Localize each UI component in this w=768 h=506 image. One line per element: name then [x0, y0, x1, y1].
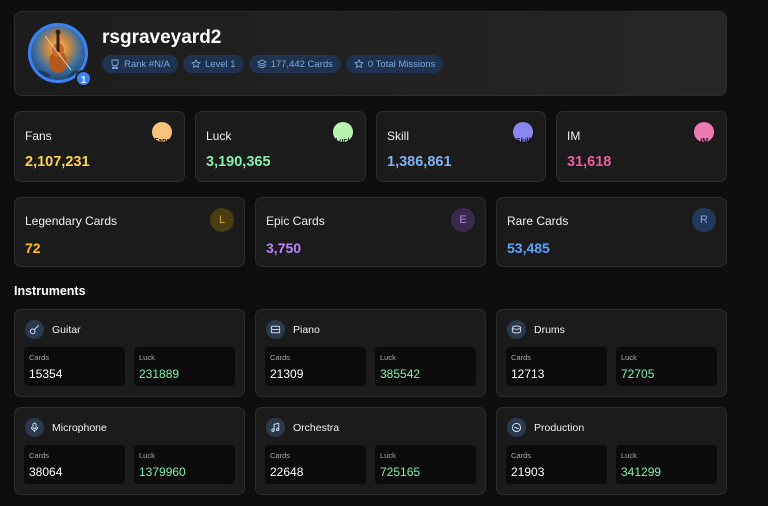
rarity-label: Epic Cards — [266, 214, 325, 228]
cards-metric: Cards 22648 — [265, 445, 366, 484]
username: rsgraveyard2 — [102, 27, 222, 48]
rarity-value: 3,750 — [266, 240, 302, 256]
missions-label: 0 Total Missions — [367, 58, 436, 70]
rarity-label: Legendary Cards — [25, 214, 118, 228]
stat-value: 1,386,861 — [387, 154, 452, 170]
stat-card-luck: Luck 3,190,365 Luck — [195, 111, 366, 182]
rank-badge: Rank #N/A — [102, 55, 178, 73]
luck-value: 1379960 — [139, 465, 186, 479]
stat-label: IM — [567, 129, 581, 143]
instrument-card-drums[interactable]: Drums Cards 12713 Luck 72705 — [496, 309, 727, 397]
instrument-card-orchestra[interactable]: Orchestra Cards 22648 Luck 725165 — [255, 407, 486, 495]
stat-label: Fans — [25, 129, 52, 143]
luck-metric: Luck 1379960 — [134, 445, 235, 484]
instrument-name: Production — [534, 422, 585, 434]
luck-value: 385542 — [380, 367, 421, 381]
stat-value: 3,190,365 — [206, 154, 271, 170]
fans-icon: Fans — [152, 122, 172, 145]
cards-label: 177,442 Cards — [270, 58, 333, 70]
rarity-card-legendary: Legendary Cards 72 L — [14, 197, 245, 267]
avatar[interactable]: 1 — [28, 23, 92, 87]
stat-value: 31,618 — [567, 154, 612, 170]
level-label: Level 1 — [204, 58, 236, 70]
drum-icon — [507, 320, 526, 339]
luck-value: 725165 — [380, 465, 421, 479]
luck-metric: Luck 725165 — [375, 445, 476, 484]
rarity-card-rare: Rare Cards 53,485 R — [496, 197, 727, 267]
luck-value: 72705 — [621, 367, 655, 381]
rarity-label: Rare Cards — [507, 214, 569, 228]
piano-icon — [266, 320, 285, 339]
instrument-card-microphone[interactable]: Microphone Cards 38064 Luck 1379960 — [14, 407, 245, 495]
cards-metric: Cards 21309 — [265, 347, 366, 386]
stat-card-fans: Fans 2,107,231 Fans — [14, 111, 185, 182]
instrument-name: Drums — [534, 324, 565, 336]
instrument-card-piano[interactable]: Piano Cards 21309 Luck 385542 — [255, 309, 486, 397]
profile-header: 1 rsgraveyard2 Rank #N/A Level 1 177,442… — [14, 11, 727, 96]
instrument-name: Orchestra — [293, 422, 340, 434]
level-badge-dot: 1 — [75, 70, 92, 87]
luck-metric: Luck 72705 — [616, 347, 717, 386]
skill-icon: Skill — [513, 122, 533, 145]
luck-value: 231889 — [139, 367, 180, 381]
stat-label: Luck — [206, 129, 232, 143]
clover-icon: Luck — [333, 122, 353, 145]
profile-badges: Rank #N/A Level 1 177,442 Cards 0 Total … — [102, 55, 444, 73]
instrument-card-guitar[interactable]: Guitar Cards 15354 Luck 231889 — [14, 309, 245, 397]
cards-value: 21309 — [270, 367, 304, 381]
star-icon — [190, 59, 201, 69]
stat-card-im: IM 31,618 IM — [556, 111, 727, 182]
disc-icon — [507, 418, 526, 437]
rank-label: Rank #N/A — [124, 58, 170, 70]
guitar-icon — [25, 320, 44, 339]
cards-metric: Cards 15354 — [24, 347, 125, 386]
rare-icon: R — [692, 208, 716, 232]
rarity-value: 53,485 — [507, 240, 550, 256]
cards-metric: Cards 21903 — [506, 445, 607, 484]
cards-value: 21903 — [511, 465, 545, 479]
legendary-icon: L — [210, 208, 234, 232]
epic-icon: E — [451, 208, 475, 232]
instrument-card-production[interactable]: Production Cards 21903 Luck 341299 — [496, 407, 727, 495]
stat-value: 2,107,231 — [25, 154, 90, 170]
cards-metric: Cards 12713 — [506, 347, 607, 386]
instrument-name: Guitar — [52, 324, 81, 336]
stat-label: Skill — [387, 129, 410, 143]
rarity-value: 72 — [25, 240, 41, 256]
layers-icon — [256, 59, 267, 69]
cards-metric: Cards 38064 — [24, 445, 125, 484]
cards-value: 38064 — [29, 465, 63, 479]
luck-metric: Luck 341299 — [616, 445, 717, 484]
cards-value: 12713 — [511, 367, 545, 381]
cards-value: 15354 — [29, 367, 63, 381]
luck-metric: Luck 231889 — [134, 347, 235, 386]
cards-value: 22648 — [270, 465, 304, 479]
instrument-name: Microphone — [52, 422, 107, 434]
level-badge: Level 1 — [182, 55, 244, 73]
instrument-name: Piano — [293, 324, 320, 336]
rarity-card-epic: Epic Cards 3,750 E — [255, 197, 486, 267]
cards-badge: 177,442 Cards — [248, 55, 341, 73]
music-note-icon — [266, 418, 285, 437]
luck-metric: Luck 385542 — [375, 347, 476, 386]
luck-value: 341299 — [621, 465, 662, 479]
microphone-icon — [25, 418, 44, 437]
missions-badge: 0 Total Missions — [345, 55, 444, 73]
instruments-heading: Instruments — [14, 284, 86, 298]
star-icon — [353, 59, 364, 69]
trophy-icon — [111, 59, 119, 69]
im-icon: IM — [694, 122, 714, 145]
stat-card-skill: Skill 1,386,861 Skill — [376, 111, 546, 182]
